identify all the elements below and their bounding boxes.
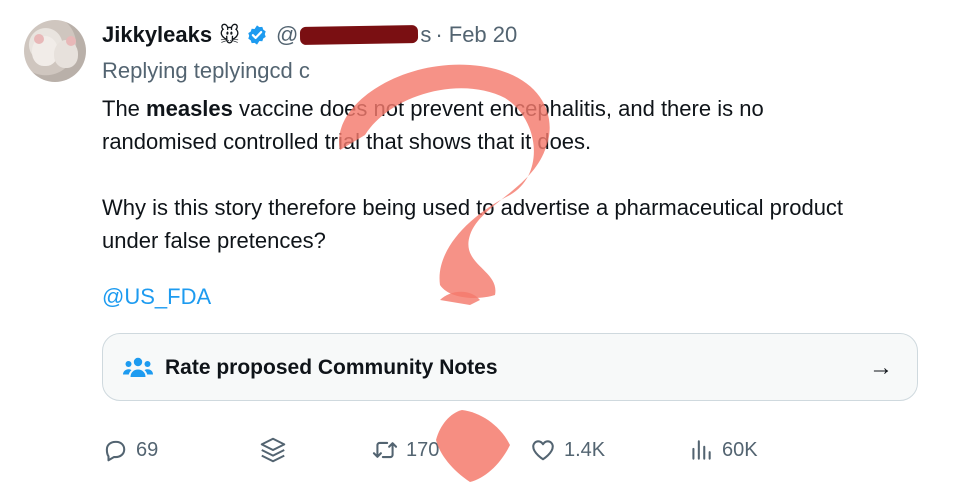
question-mark-tail (440, 291, 480, 305)
stack-button[interactable] (258, 430, 288, 470)
avatar-ear (34, 34, 44, 44)
tweet-body: The measles vaccine does not prevent enc… (102, 92, 862, 290)
tweet-date[interactable]: · Feb 20 (435, 22, 517, 48)
stack-layers-icon (260, 437, 286, 463)
body-bold-word: measles (146, 96, 233, 121)
like-count: 1.4K (564, 438, 606, 461)
community-notes-label: Rate proposed Community Notes (165, 356, 498, 379)
reply-icon (105, 440, 126, 462)
retweet-button[interactable]: 170 (372, 430, 439, 470)
reply-button[interactable]: 69 (102, 430, 158, 470)
handle-suffix: s (420, 22, 432, 47)
arrow-right-icon: → (869, 354, 893, 381)
body-lead: The (102, 96, 147, 121)
replying-to: Replying teplyingcd c (102, 58, 310, 83)
verified-badge-icon (248, 25, 266, 45)
heart-icon (532, 440, 554, 461)
mouse-emoji-icon: 🐭 (219, 24, 240, 47)
handle-prefix: @ (275, 22, 299, 47)
author-handle[interactable]: @ s · Feb 20 (276, 22, 517, 48)
action-bar: 69 170 1.4K 60K (0, 430, 954, 470)
redacted-handle (300, 24, 419, 46)
tweet-header: Jikkyleaks 🐭 @ s · Feb 20 (102, 20, 517, 50)
avatar[interactable] (24, 20, 86, 82)
views-count: 60K (722, 438, 758, 461)
tweet-paragraph-1: The measles vaccine does not prevent enc… (102, 92, 862, 158)
community-notes-card[interactable]: Rate proposed Community Notes → (102, 333, 918, 401)
retweet-icon (372, 441, 398, 459)
retweet-count: 170 (406, 438, 440, 461)
tweet-paragraph-2: Why is this story therefore being used t… (102, 195, 844, 253)
people-icon (123, 357, 153, 377)
avatar-ear (66, 36, 76, 46)
views-button[interactable]: 60K (688, 430, 758, 470)
reply-count: 69 (136, 438, 159, 461)
mention-link[interactable]: @US_FDA (102, 284, 211, 310)
views-chart-icon (692, 440, 711, 460)
author-name[interactable]: Jikkyleaks (102, 22, 212, 48)
like-button[interactable]: 1.4K (530, 430, 605, 470)
